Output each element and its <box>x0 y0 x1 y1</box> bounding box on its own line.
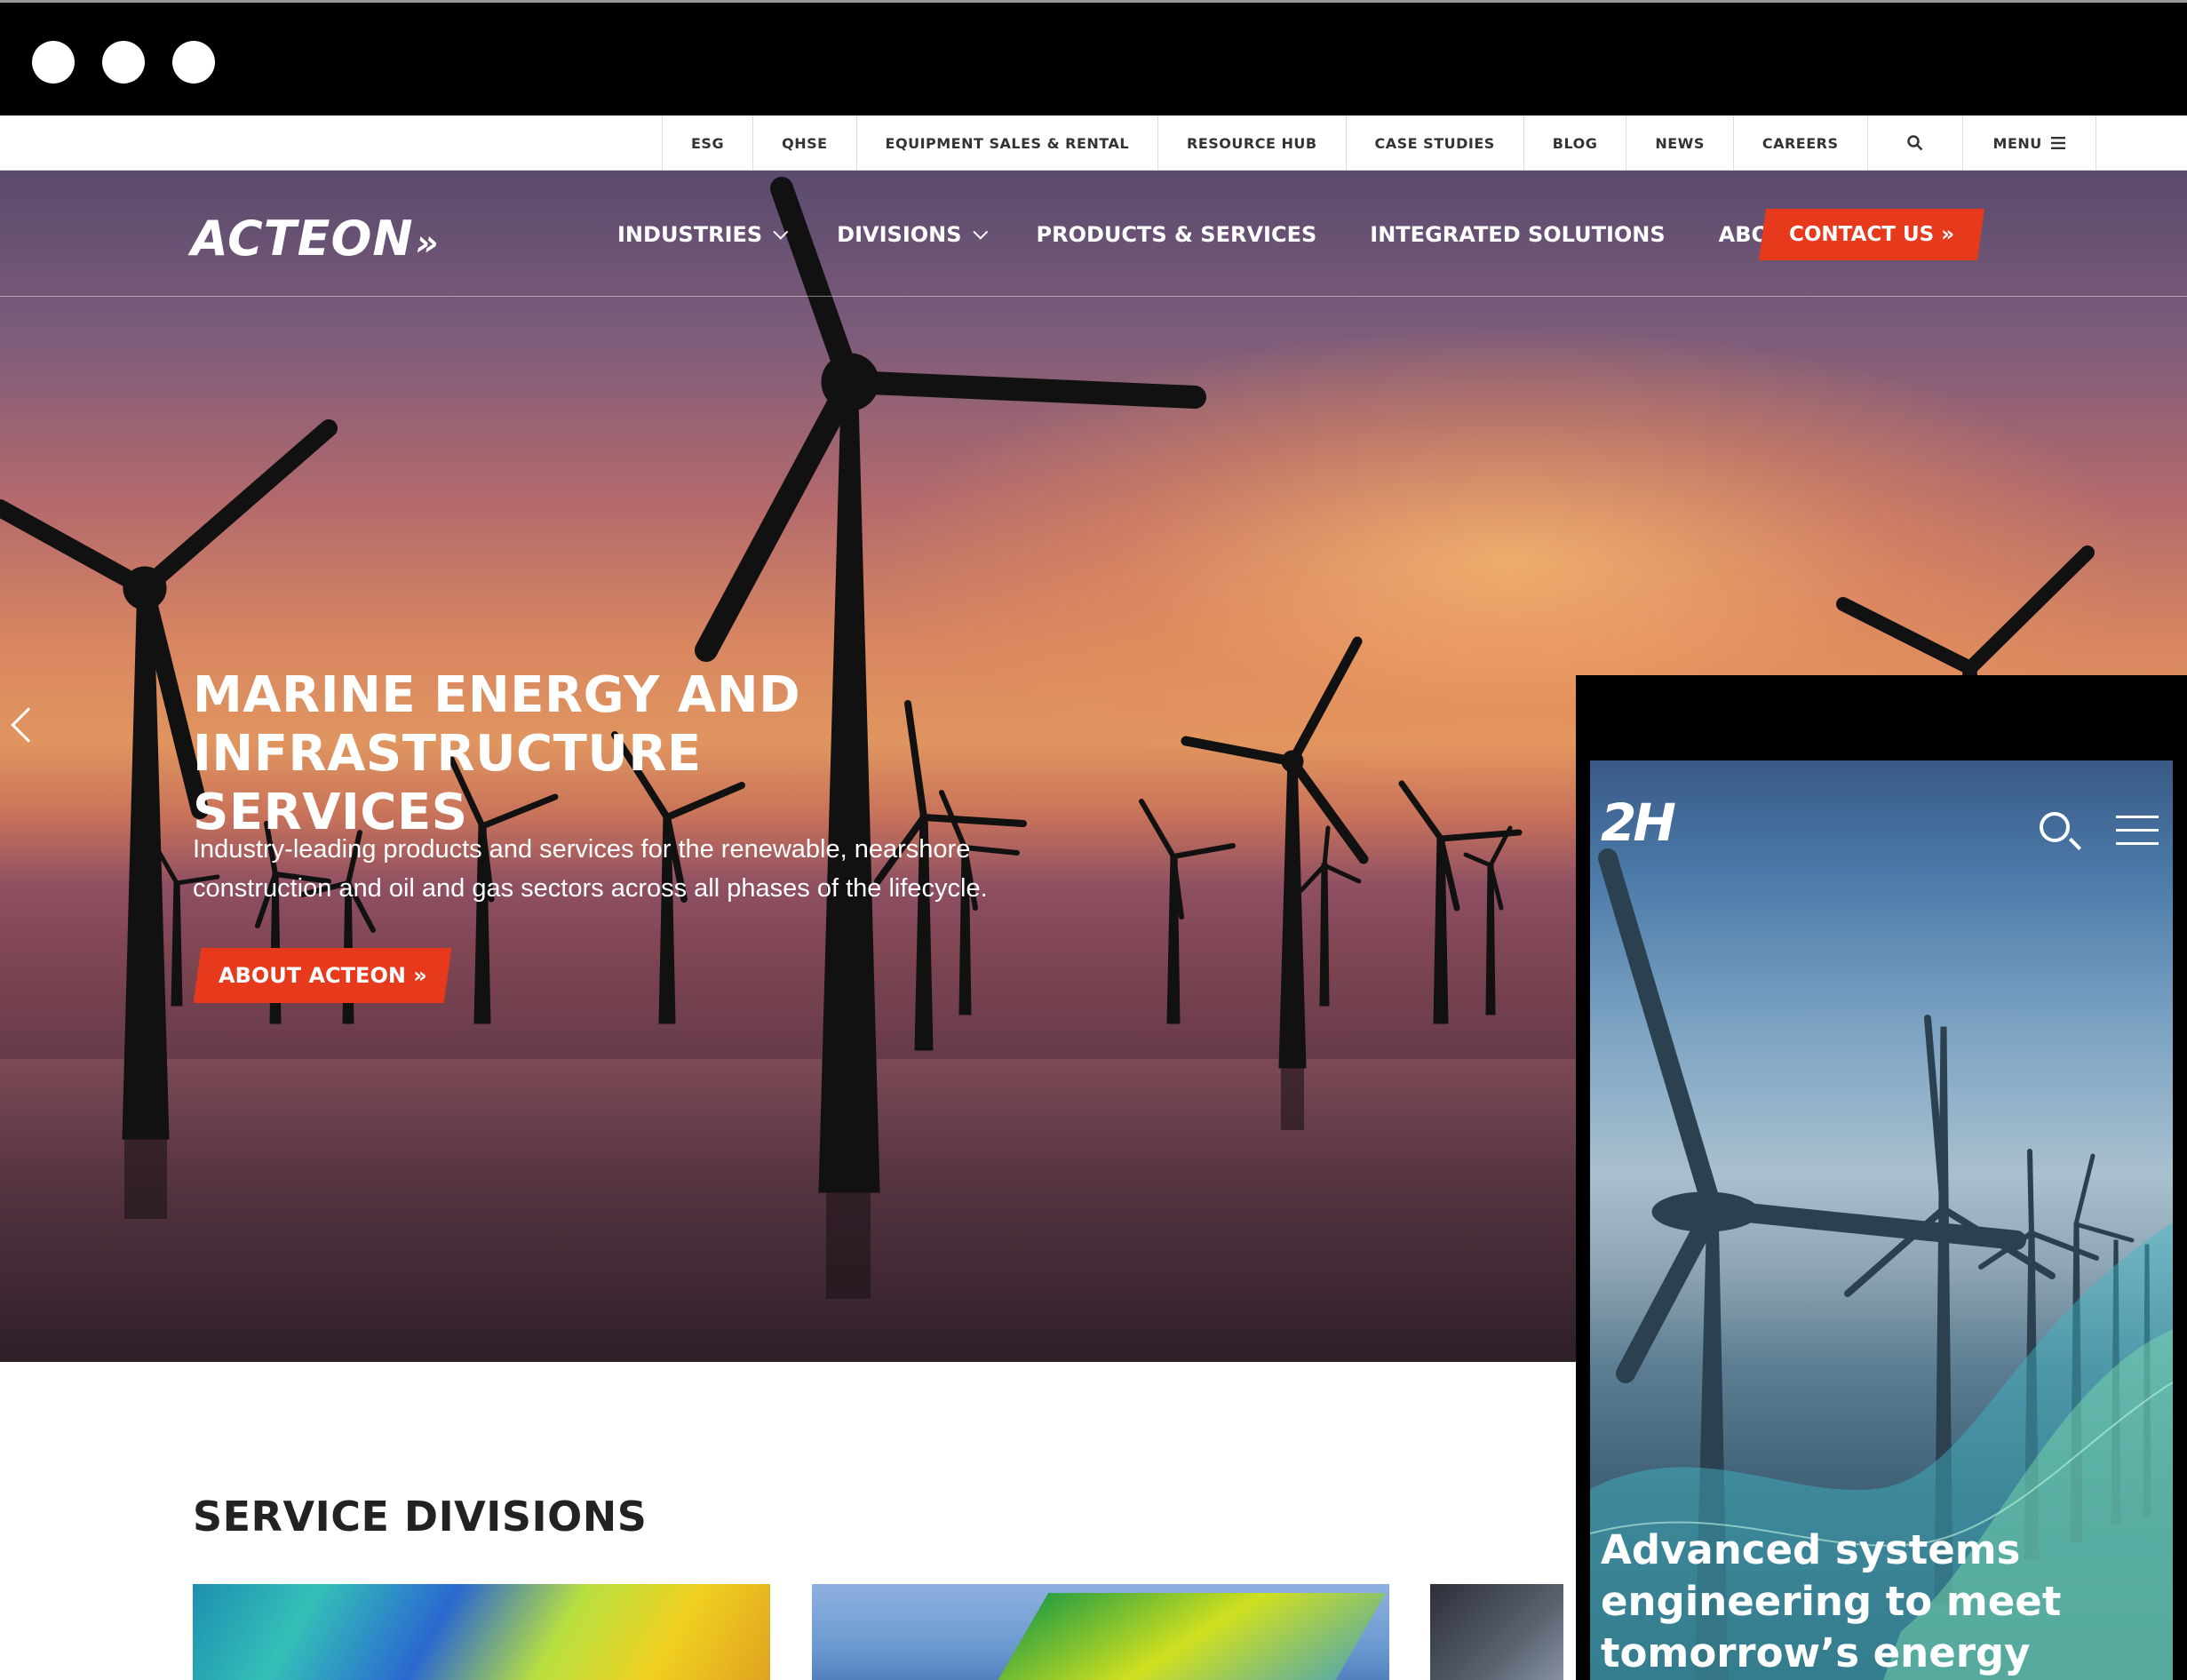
main-nav: ACTEON» INDUSTRIES DIVISIONS PRODUCTS & … <box>0 171 2187 297</box>
chevron-down-icon <box>773 224 789 240</box>
mobile-hero-title: Advanced systems engineering to meet tom… <box>1601 1525 2169 1679</box>
mobile-title-line-1: Advanced systems <box>1601 1526 2021 1573</box>
card-2-graphic <box>966 1593 1387 1680</box>
mobile-device-frame: 2H Advanced systems engineering to meet … <box>1576 675 2187 1680</box>
utility-link-blog[interactable]: BLOG <box>1524 115 1627 171</box>
nav-products-label: PRODUCTS & SERVICES <box>1036 222 1317 247</box>
nav-integrated-solutions[interactable]: INTEGRATED SOLUTIONS <box>1370 222 1665 247</box>
utility-nav: ESG QHSE EQUIPMENT SALES & RENTAL RESOUR… <box>0 115 2187 171</box>
window-close-dot[interactable] <box>32 41 75 84</box>
utility-menu-button[interactable]: MENU <box>1963 115 2096 171</box>
hero-subtitle-line-1: Industry-leading products and services f… <box>193 835 971 864</box>
mobile-title-line-3: tomorrow’s energy <box>1601 1629 2031 1676</box>
mobile-search-icon[interactable] <box>2040 812 2070 842</box>
utility-link-esg[interactable]: ESG <box>663 115 754 171</box>
utility-link-qhse[interactable]: QHSE <box>753 115 857 171</box>
contact-us-label: CONTACT US » <box>1788 223 1955 246</box>
utility-link-careers[interactable]: CAREERS <box>1734 115 1868 171</box>
nav-integrated-label: INTEGRATED SOLUTIONS <box>1370 222 1666 247</box>
mobile-title-line-2: engineering to meet <box>1601 1578 2062 1625</box>
hero-title-line-1: MARINE ENERGY AND <box>193 666 801 724</box>
utility-link-resource-hub[interactable]: RESOURCE HUB <box>1158 115 1347 171</box>
about-acteon-label: ABOUT ACTEON » <box>218 963 427 988</box>
menu-label: MENU <box>1992 134 2042 152</box>
window-maximize-dot[interactable] <box>172 41 215 84</box>
nav-divisions-label: DIVISIONS <box>837 222 962 247</box>
hero-subtitle: Industry-leading products and services f… <box>193 830 1081 908</box>
division-card-3-image[interactable] <box>1430 1584 1563 1680</box>
utility-link-case-studies[interactable]: CASE STUDIES <box>1347 115 1524 171</box>
hero-title-line-2: INFRASTRUCTURE SERVICES <box>193 725 702 841</box>
hamburger-icon <box>2050 137 2065 149</box>
utility-link-equipment[interactable]: EQUIPMENT SALES & RENTAL <box>857 115 1159 171</box>
chevron-down-icon <box>972 224 988 240</box>
2h-logo[interactable]: 2H <box>1601 792 1676 853</box>
utility-search-button[interactable] <box>1868 115 1963 171</box>
mobile-hamburger-icon[interactable] <box>2116 814 2159 848</box>
logo-text: ACTEON <box>191 211 414 267</box>
mobile-screen: 2H Advanced systems engineering to meet … <box>1590 760 2173 1680</box>
nav-industries[interactable]: INDUSTRIES <box>617 222 789 247</box>
browser-chrome <box>0 0 2187 115</box>
utility-link-news[interactable]: NEWS <box>1626 115 1734 171</box>
search-icon <box>1906 135 1922 151</box>
division-card-1-image[interactable] <box>193 1584 770 1680</box>
hero-subtitle-line-2: construction and oil and gas sectors acr… <box>193 874 988 903</box>
logo-chevron-icon: » <box>415 223 440 264</box>
division-card-2-image[interactable] <box>812 1584 1389 1680</box>
contact-us-button[interactable]: CONTACT US » <box>1758 209 1985 260</box>
about-acteon-button[interactable]: ABOUT ACTEON » <box>193 948 452 1003</box>
acteon-logo[interactable]: ACTEON» <box>191 211 440 267</box>
hero-title: MARINE ENERGY AND INFRASTRUCTURE SERVICE… <box>193 666 992 842</box>
nav-industries-label: INDUSTRIES <box>617 222 763 247</box>
window-minimize-dot[interactable] <box>102 41 145 84</box>
nav-divisions[interactable]: DIVISIONS <box>837 222 988 247</box>
nav-products-services[interactable]: PRODUCTS & SERVICES <box>1037 222 1317 247</box>
service-divisions-title: SERVICE DIVISIONS <box>193 1493 648 1541</box>
